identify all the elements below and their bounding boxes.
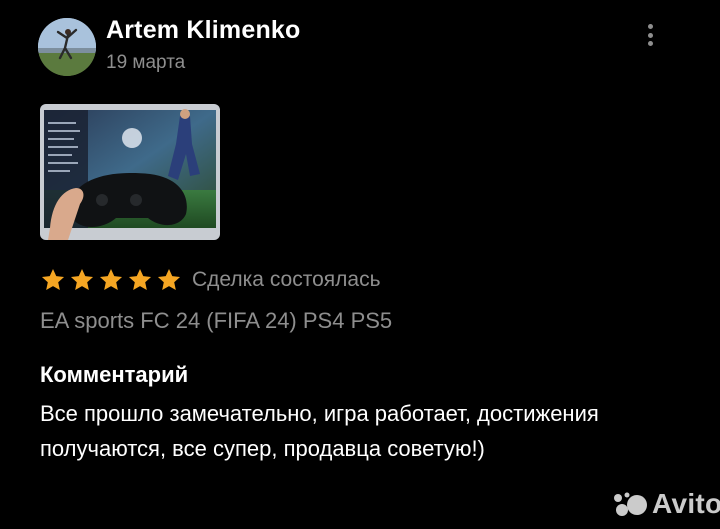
- star-icon: [41, 268, 65, 290]
- deal-status: Сделка состоялась: [192, 268, 381, 291]
- author-avatar[interactable]: [38, 18, 96, 76]
- menu-dot: [647, 41, 653, 46]
- review-date: 19 марта: [106, 52, 186, 73]
- menu-dot: [647, 32, 653, 38]
- rating-row: Сделка состоялась: [40, 264, 381, 296]
- rating-stars: [40, 267, 182, 293]
- avito-logo-icon: [614, 492, 647, 516]
- star-icon: [157, 268, 181, 290]
- review-photo[interactable]: [40, 104, 220, 240]
- comment-text: Все прошло замечательно, игра работает, …: [40, 401, 599, 461]
- avito-logo: Avito: [652, 488, 720, 519]
- kebab-menu-icon[interactable]: [640, 20, 660, 50]
- star-icon: [70, 268, 94, 290]
- author-name[interactable]: Artem Klimenko: [106, 16, 301, 45]
- avatar-photo: [38, 18, 96, 76]
- photo-image: [40, 104, 220, 240]
- product-title[interactable]: EA sports FC 24 (FIFA 24) PS4 PS5: [40, 308, 392, 334]
- comment-heading: Комментарий: [40, 362, 189, 387]
- star-icon: [128, 268, 152, 290]
- star-icon: [99, 268, 123, 290]
- avito-watermark: Avito: [612, 484, 720, 524]
- menu-dot: [647, 24, 653, 29]
